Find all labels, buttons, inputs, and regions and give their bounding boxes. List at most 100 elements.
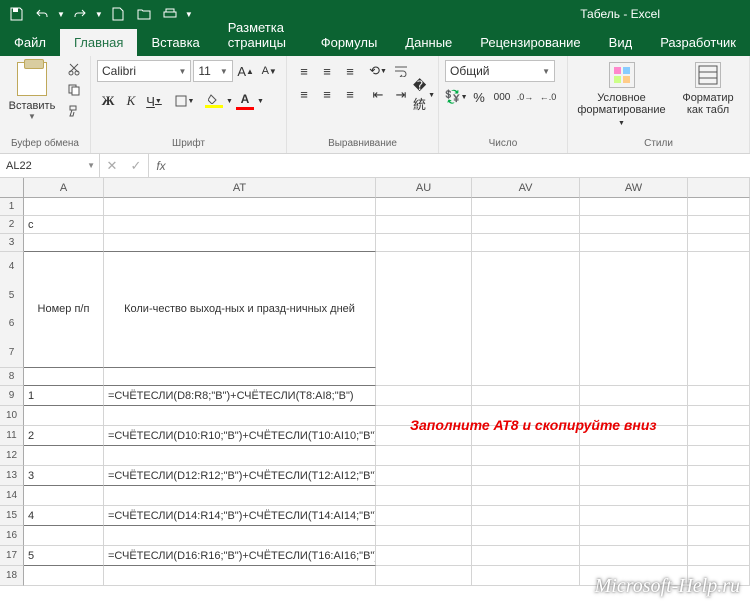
cell[interactable]: 4 [24, 506, 104, 526]
cell[interactable] [688, 368, 750, 386]
cell[interactable] [688, 386, 750, 406]
cell[interactable] [376, 216, 472, 234]
cell[interactable] [472, 506, 580, 526]
cell[interactable] [580, 486, 688, 506]
increase-font-icon[interactable]: A▲ [235, 60, 257, 82]
tab-review[interactable]: Рецензирование [466, 29, 594, 56]
cell[interactable] [376, 466, 472, 486]
header-cell-AV[interactable] [472, 252, 580, 368]
fx-icon[interactable]: fx [149, 154, 173, 177]
number-format-combo[interactable]: Общий▼ [445, 60, 555, 82]
decrease-decimal-icon[interactable]: ←.0 [537, 86, 559, 108]
quick-print-icon[interactable] [158, 2, 182, 26]
wrap-text-icon[interactable] [390, 60, 412, 82]
cell[interactable] [472, 546, 580, 566]
copy-icon[interactable] [64, 81, 84, 99]
row-header[interactable]: 9 [0, 386, 24, 406]
font-name-combo[interactable]: Calibri▼ [97, 60, 191, 82]
align-top-icon[interactable]: ≡ [293, 60, 315, 82]
formula-input[interactable] [173, 154, 750, 177]
cell[interactable] [688, 506, 750, 526]
cell[interactable] [580, 546, 688, 566]
cell[interactable] [24, 566, 104, 586]
row-header[interactable]: 16 [0, 526, 24, 546]
cell[interactable] [688, 426, 750, 446]
cell[interactable] [104, 198, 376, 216]
cell[interactable] [472, 198, 580, 216]
decrease-indent-icon[interactable]: ⇤ [367, 84, 389, 106]
increase-decimal-icon[interactable]: .0→ [514, 86, 536, 108]
borders-button[interactable]: ▼ [173, 90, 195, 112]
cell[interactable] [688, 198, 750, 216]
cut-icon[interactable] [64, 60, 84, 78]
cell[interactable] [688, 406, 750, 426]
cell[interactable]: =СЧЁТЕСЛИ(D12:R12;"В")+СЧЁТЕСЛИ(T12:AI12… [104, 466, 376, 486]
cell[interactable] [472, 368, 580, 386]
cell[interactable] [580, 526, 688, 546]
select-all-corner[interactable] [0, 178, 24, 198]
row-header[interactable]: 1 [0, 198, 24, 216]
bold-button[interactable]: Ж [97, 90, 119, 112]
align-middle-icon[interactable]: ≡ [316, 60, 338, 82]
cell[interactable] [472, 216, 580, 234]
name-box[interactable]: AL22▼ [0, 154, 100, 177]
row-header[interactable]: 2 [0, 216, 24, 234]
cell[interactable]: с [24, 216, 104, 234]
column-header-AW[interactable]: AW [580, 178, 688, 198]
cell[interactable] [580, 466, 688, 486]
orientation-icon[interactable]: ⟲▼ [367, 60, 389, 82]
row-header[interactable]: 18 [0, 566, 24, 586]
cell[interactable] [104, 234, 376, 252]
cell[interactable]: =СЧЁТЕСЛИ(D8:R8;"В")+СЧЁТЕСЛИ(T8:AI8;"В"… [104, 386, 376, 406]
cell[interactable] [104, 526, 376, 546]
conditional-formatting-button[interactable]: Условное форматирование ▼ [574, 60, 669, 128]
row-header[interactable]: 12 [0, 446, 24, 466]
cell[interactable] [376, 526, 472, 546]
cell[interactable] [376, 506, 472, 526]
cell[interactable] [376, 546, 472, 566]
cell[interactable] [688, 446, 750, 466]
cell[interactable] [472, 466, 580, 486]
row-header[interactable]: 17 [0, 546, 24, 566]
cell[interactable] [376, 234, 472, 252]
cell[interactable] [376, 368, 472, 386]
cancel-formula-icon[interactable]: ✕ [100, 155, 124, 177]
cell[interactable] [472, 526, 580, 546]
header-cell-AU[interactable] [376, 252, 472, 368]
cell[interactable] [580, 368, 688, 386]
comma-format-icon[interactable]: 000 [491, 86, 513, 108]
cell[interactable] [24, 368, 104, 386]
cell[interactable] [104, 368, 376, 386]
new-doc-icon[interactable] [106, 2, 130, 26]
decrease-font-icon[interactable]: A▼ [258, 60, 280, 82]
cell[interactable]: 2 [24, 426, 104, 446]
cell[interactable] [688, 486, 750, 506]
cell[interactable] [24, 446, 104, 466]
align-bottom-icon[interactable]: ≡ [339, 60, 361, 82]
header-cell-AW[interactable] [580, 252, 688, 368]
cell[interactable]: 3 [24, 466, 104, 486]
cell[interactable] [24, 234, 104, 252]
cell[interactable] [580, 566, 688, 586]
cell[interactable] [472, 486, 580, 506]
redo-icon[interactable] [68, 2, 92, 26]
cell[interactable] [472, 234, 580, 252]
percent-format-icon[interactable]: % [468, 86, 490, 108]
cell[interactable] [104, 566, 376, 586]
cell[interactable]: =СЧЁТЕСЛИ(D16:R16;"В")+СЧЁТЕСЛИ(T16:AI16… [104, 546, 376, 566]
cell[interactable] [104, 446, 376, 466]
cell[interactable]: 5 [24, 546, 104, 566]
cell[interactable] [104, 406, 376, 426]
tab-data[interactable]: Данные [391, 29, 466, 56]
cell[interactable] [376, 566, 472, 586]
font-size-combo[interactable]: 11▼ [193, 60, 232, 82]
undo-icon[interactable] [30, 2, 54, 26]
cell[interactable] [104, 216, 376, 234]
worksheet-grid[interactable]: AATAUAVAW 12с34567Номер п/пКоли-чество в… [0, 178, 750, 586]
undo-dropdown[interactable]: ▼ [56, 10, 66, 19]
align-left-icon[interactable]: ≡ [293, 83, 315, 105]
accounting-format-icon[interactable]: 💱▼ [445, 86, 467, 108]
italic-button[interactable]: К [120, 90, 142, 112]
merge-center-icon[interactable]: �統▼ [413, 84, 435, 106]
cell[interactable] [472, 566, 580, 586]
